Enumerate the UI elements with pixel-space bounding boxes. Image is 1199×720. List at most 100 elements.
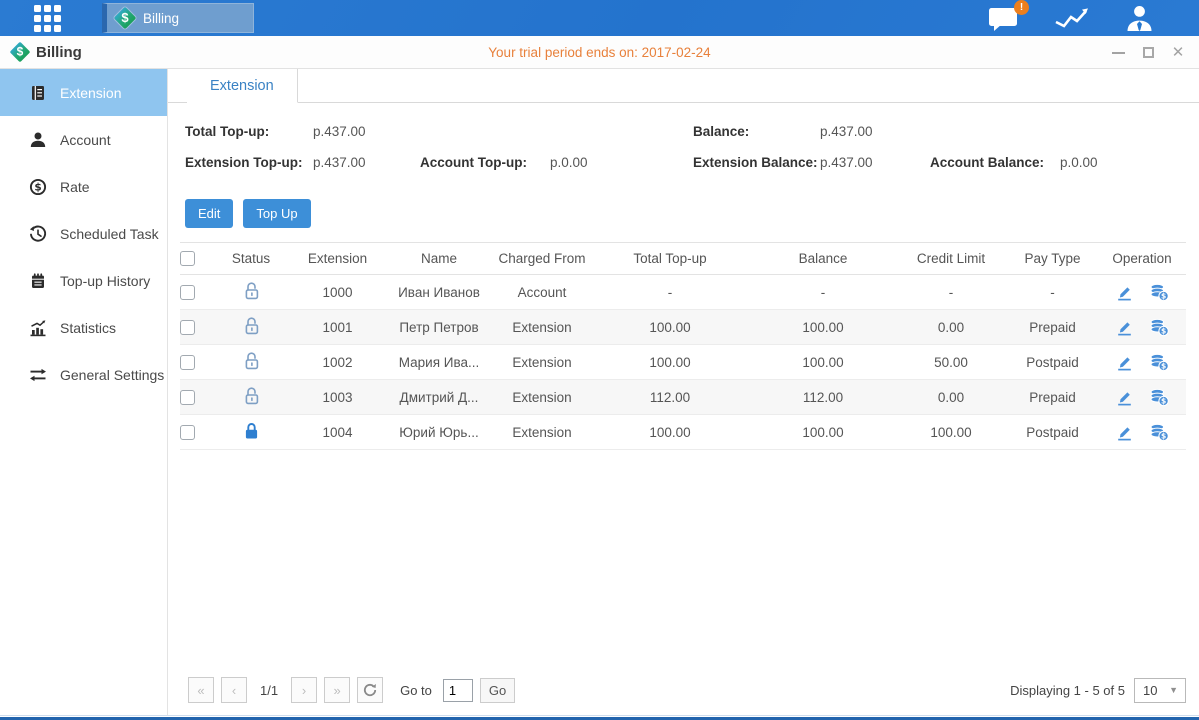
table-row: 1004 Юрий Юрь... Extension 100.00 100.00… — [180, 415, 1186, 450]
pagination-bar: « ‹ 1/1 › » Go to Go Displaying 1 - 5 of… — [188, 677, 1186, 703]
row-checkbox[interactable] — [180, 320, 195, 335]
sidebar-item-extension[interactable]: Extension — [0, 69, 167, 116]
total-topup-label: Total Top-up: — [185, 124, 269, 139]
sidebar-item-label: General Settings — [60, 367, 164, 383]
table-row: 1000 Иван Иванов Account - - - - $ — [180, 275, 1186, 310]
credit-limit-cell: 0.00 — [897, 390, 1005, 405]
sidebar-item-label: Extension — [60, 85, 121, 101]
svg-text:$: $ — [1160, 361, 1165, 370]
extensions-table: Status Extension Name Charged From Total… — [180, 242, 1186, 450]
charged-from-value: Extension — [493, 355, 591, 370]
extension-number: 1001 — [290, 320, 385, 335]
column-header-balance[interactable]: Balance — [749, 251, 897, 266]
goto-page-input[interactable] — [443, 679, 473, 702]
user-account-icon[interactable] — [1124, 4, 1155, 33]
extension-name: Дмитрий Д... — [385, 390, 493, 405]
select-all-checkbox[interactable] — [180, 251, 195, 266]
maximize-button[interactable] — [1141, 46, 1155, 60]
close-button[interactable]: ✕ — [1171, 46, 1185, 60]
table-row: 1001 Петр Петров Extension 100.00 100.00… — [180, 310, 1186, 345]
sidebar-item-rate[interactable]: $ Rate — [0, 163, 167, 210]
sidebar-item-label: Scheduled Task — [60, 226, 159, 242]
row-checkbox[interactable] — [180, 390, 195, 405]
app-grid-icon[interactable] — [34, 5, 61, 32]
edit-button[interactable]: Edit — [185, 199, 233, 228]
minimize-button[interactable] — [1111, 46, 1125, 60]
extension-number: 1003 — [290, 390, 385, 405]
table-row: 1002 Мария Ива... Extension 100.00 100.0… — [180, 345, 1186, 380]
svg-text:$: $ — [1160, 396, 1165, 405]
page-indicator: 1/1 — [260, 683, 278, 698]
sidebar-item-account[interactable]: Account — [0, 116, 167, 163]
topup-row-icon[interactable]: $ — [1149, 388, 1170, 407]
refresh-button[interactable] — [357, 677, 383, 703]
svg-text:$: $ — [34, 181, 41, 193]
prev-page-button[interactable]: ‹ — [221, 677, 247, 703]
topup-row-icon[interactable]: $ — [1149, 353, 1170, 372]
main-content: Extension Total Top-up: p.437.00 Balance… — [168, 69, 1199, 715]
billing-app-icon: $ — [113, 6, 137, 30]
extension-number: 1000 — [290, 285, 385, 300]
balance-cell: 100.00 — [749, 355, 897, 370]
sidebar-item-scheduled-task[interactable]: Scheduled Task — [0, 210, 167, 257]
table-header-row: Status Extension Name Charged From Total… — [180, 242, 1186, 275]
sidebar-item-statistics[interactable]: Statistics — [0, 304, 167, 351]
topup-button[interactable]: Top Up — [243, 199, 310, 228]
extension-name: Иван Иванов — [385, 285, 493, 300]
account-balance-label: Account Balance: — [930, 155, 1044, 170]
pay-type-cell: Prepaid — [1005, 390, 1100, 405]
extension-name: Мария Ива... — [385, 355, 493, 370]
edit-row-icon[interactable] — [1115, 318, 1134, 337]
page-size-value: 10 — [1143, 683, 1157, 698]
total-topup-cell: 100.00 — [591, 320, 749, 335]
row-checkbox[interactable] — [180, 285, 195, 300]
column-header-pay-type[interactable]: Pay Type — [1005, 251, 1100, 266]
edit-row-icon[interactable] — [1115, 388, 1134, 407]
sidebar-item-label: Account — [60, 132, 111, 148]
go-button[interactable]: Go — [480, 678, 515, 703]
edit-row-icon[interactable] — [1115, 353, 1134, 372]
pay-type-cell: - — [1005, 285, 1100, 300]
total-topup-cell: 112.00 — [591, 390, 749, 405]
taskbar-tab-billing[interactable]: $ Billing — [102, 3, 254, 33]
desktop-topbar: $ Billing ! — [0, 0, 1199, 36]
column-header-status[interactable]: Status — [212, 251, 290, 266]
next-page-button[interactable]: › — [291, 677, 317, 703]
first-page-button[interactable]: « — [188, 677, 214, 703]
extension-number: 1004 — [290, 425, 385, 440]
column-header-extension[interactable]: Extension — [290, 251, 385, 266]
total-topup-cell: - — [591, 285, 749, 300]
tab-bar: Extension — [168, 69, 1199, 103]
edit-row-icon[interactable] — [1115, 423, 1134, 442]
bar-chart-icon — [29, 319, 47, 337]
page-size-select[interactable]: 10 ▼ — [1134, 678, 1186, 703]
topup-row-icon[interactable]: $ — [1149, 318, 1170, 337]
edit-row-icon[interactable] — [1115, 283, 1134, 302]
lock-closed-icon — [243, 421, 260, 440]
goto-label: Go to — [400, 683, 432, 698]
reports-chart-icon[interactable] — [1054, 5, 1091, 31]
balance-cell: - — [749, 285, 897, 300]
sidebar: Extension Account $ Rate Scheduled Task … — [0, 69, 168, 715]
tab-extension[interactable]: Extension — [187, 69, 298, 103]
topup-row-icon[interactable]: $ — [1149, 423, 1170, 442]
chevron-down-icon: ▼ — [1169, 685, 1178, 695]
trial-notice: Your trial period ends on: 2017-02-24 — [0, 45, 1199, 60]
extension-balance-label: Extension Balance: — [693, 155, 818, 170]
messages-icon[interactable]: ! — [988, 5, 1021, 32]
column-header-charged-from[interactable]: Charged From — [493, 251, 591, 266]
sidebar-item-topup-history[interactable]: Top-up History — [0, 257, 167, 304]
charged-from-value: Extension — [493, 390, 591, 405]
row-checkbox[interactable] — [180, 355, 195, 370]
column-header-name[interactable]: Name — [385, 251, 493, 266]
topup-row-icon[interactable]: $ — [1149, 283, 1170, 302]
balance-value: p.437.00 — [820, 124, 873, 139]
dollar-circle-icon: $ — [29, 178, 47, 196]
column-header-total-topup[interactable]: Total Top-up — [591, 251, 749, 266]
last-page-button[interactable]: » — [324, 677, 350, 703]
row-checkbox[interactable] — [180, 425, 195, 440]
sidebar-item-general-settings[interactable]: General Settings — [0, 351, 167, 398]
column-header-credit-limit[interactable]: Credit Limit — [897, 251, 1005, 266]
window-title: Billing — [36, 44, 82, 61]
notepad-icon — [29, 272, 47, 290]
